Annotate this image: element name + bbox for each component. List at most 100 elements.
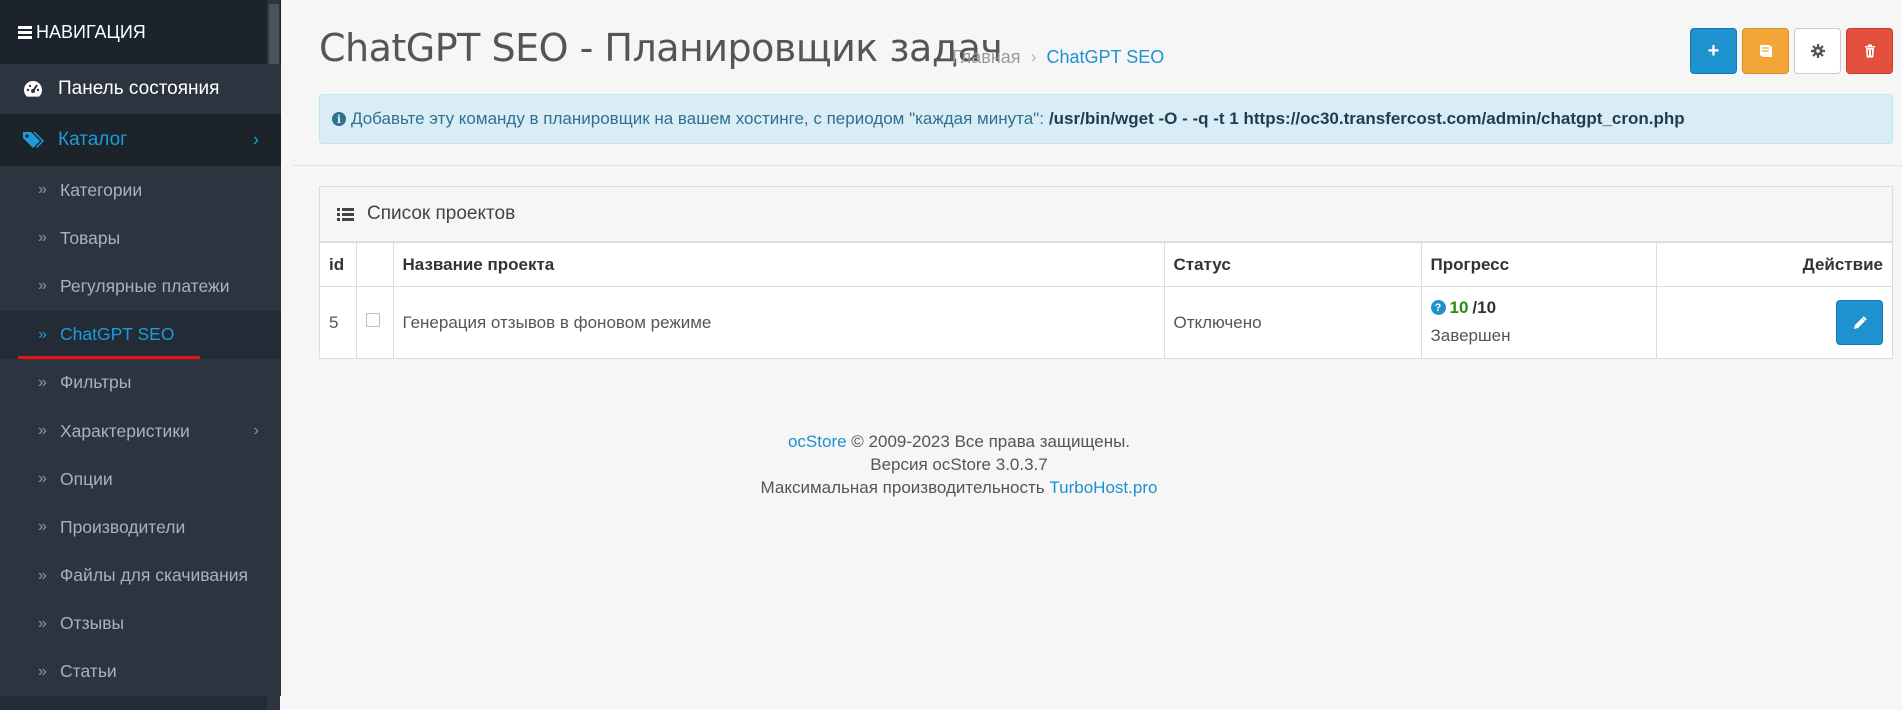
cell-action: [1655, 286, 1892, 359]
column-header-progress: Прогресс: [1420, 242, 1657, 287]
book-icon: [1759, 45, 1772, 57]
sidebar-subitem-attributes[interactable]: » Характеристики ›: [0, 406, 281, 456]
column-header-status[interactable]: Статус: [1163, 242, 1422, 287]
chevron-right-icon: ›: [253, 422, 259, 440]
panel-title: Список проектов: [367, 203, 516, 224]
footer-perf-line: Максимальная производительность TurboHos…: [293, 476, 1625, 499]
footer-perf-text: Максимальная производительность: [760, 478, 1045, 497]
footer-perf-link[interactable]: TurboHost.pro: [1049, 478, 1157, 497]
double-chevron-icon: »: [38, 566, 47, 584]
sidebar-subitem-label: Отзывы: [60, 613, 125, 634]
docs-button[interactable]: [1742, 28, 1789, 74]
list-icon: [337, 206, 354, 222]
sidebar-subitem-options[interactable]: » Опции: [0, 455, 281, 504]
settings-button[interactable]: [1794, 28, 1841, 74]
sidebar-subitem-label: Характеристики: [60, 420, 190, 441]
page-title: ChatGPT SEO - Планировщик задач: [319, 26, 1003, 70]
trash-icon: [1864, 44, 1875, 58]
sidebar-subitem-recurring[interactable]: » Регулярные платежи: [0, 262, 281, 311]
gear-icon: [1810, 44, 1825, 58]
breadcrumb-home[interactable]: Главная: [952, 47, 1021, 68]
nav-header-label: НАВИГАЦИЯ: [36, 21, 146, 42]
breadcrumb-current[interactable]: ChatGPT SEO: [1047, 47, 1165, 68]
sidebar-subitem-label: Фильтры: [60, 372, 132, 393]
double-chevron-icon: »: [38, 325, 47, 343]
sidebar-subitem-label: Статьи: [60, 661, 117, 682]
sidebar-subitem-label: Производители: [60, 516, 186, 537]
tags-icon: [22, 129, 44, 151]
column-header-name[interactable]: Название проекта: [392, 242, 1165, 287]
double-chevron-icon: »: [38, 662, 47, 680]
panel-heading: Список проектов: [320, 187, 1892, 242]
cron-info-alert: i Добавьте эту команду в планировщик на …: [319, 94, 1893, 144]
sidebar-subitem-filters[interactable]: » Фильтры: [0, 358, 281, 407]
sidebar-item-label: Каталог: [58, 129, 128, 150]
double-chevron-icon: »: [38, 422, 47, 440]
cell-select: [355, 286, 394, 359]
double-chevron-icon: »: [38, 181, 47, 199]
sidebar-subitem-label: Регулярные платежи: [60, 275, 230, 296]
sidebar-item-catalog[interactable]: Каталог ›: [0, 115, 281, 166]
column-header-select: [355, 242, 394, 287]
double-chevron-icon: »: [38, 614, 47, 632]
double-chevron-icon: »: [38, 229, 47, 247]
footer-version: Версия ocStore 3.0.3.7: [870, 455, 1048, 474]
add-button[interactable]: +: [1690, 28, 1737, 74]
sidebar-subitem-manufacturers[interactable]: » Производители: [0, 503, 281, 552]
pencil-icon: [1853, 315, 1867, 329]
double-chevron-icon: »: [38, 470, 47, 488]
sidebar-subitem-label: Опции: [60, 468, 113, 489]
dashboard-icon: [22, 78, 44, 100]
progress-total: /10: [1472, 297, 1497, 317]
sidebar-subitem-categories[interactable]: » Категории: [0, 166, 281, 215]
footer: ocStore © 2009-2023 Все права защищены. …: [293, 430, 1625, 499]
plus-icon: +: [1707, 39, 1720, 62]
cell-status: Отключено: [1163, 286, 1422, 359]
row-checkbox[interactable]: [365, 313, 380, 328]
sidebar-item-dashboard[interactable]: Панель состояния: [0, 64, 281, 115]
question-icon[interactable]: ?: [1430, 300, 1446, 315]
sidebar-subitem-downloads[interactable]: » Файлы для скачивания: [0, 551, 281, 600]
hamburger-icon: [18, 24, 32, 41]
cell-progress: ? 10 /10 Завершен: [1420, 286, 1657, 359]
breadcrumb-separator-icon: ›: [1030, 47, 1037, 67]
sidebar-subitem-articles[interactable]: » Статьи: [0, 647, 281, 697]
column-header-action: Действие: [1655, 242, 1892, 287]
edit-button[interactable]: [1836, 300, 1883, 345]
sidebar-subitem-label: Товары: [60, 227, 121, 248]
chevron-right-icon: ›: [253, 129, 259, 150]
nav-header[interactable]: НАВИГАЦИЯ: [0, 0, 281, 64]
sidebar-subitem-products[interactable]: » Товары: [0, 214, 281, 263]
footer-copyright: © 2009-2023 Все права защищены.: [851, 432, 1131, 451]
sidebar-subitem-label: Файлы для скачивания: [60, 565, 249, 586]
double-chevron-icon: »: [38, 518, 47, 536]
breadcrumb: Главная › ChatGPT SEO: [952, 47, 1164, 68]
sidebar-subitem-label: ChatGPT SEO: [60, 324, 175, 345]
progress-state: Завершен: [1430, 325, 1511, 345]
info-icon: i: [332, 112, 346, 126]
table-header-row: id Название проекта Статус Прогресс Дейс…: [320, 242, 1892, 287]
projects-table: id Название проекта Статус Прогресс Дейс…: [320, 242, 1892, 359]
sidebar-item-label: Панель состояния: [58, 78, 220, 99]
footer-brand-link[interactable]: ocStore: [788, 432, 847, 451]
cell-id: 5: [320, 286, 357, 359]
double-chevron-icon: »: [38, 277, 47, 295]
double-chevron-icon: »: [38, 373, 47, 391]
red-annotation-underline: [18, 356, 200, 359]
sidebar-subitem-reviews[interactable]: » Отзывы: [0, 599, 281, 648]
footer-copyright-line: ocStore © 2009-2023 Все права защищены.: [293, 430, 1625, 453]
column-header-id[interactable]: id: [320, 242, 357, 287]
sidebar: НАВИГАЦИЯ Панель состояния Каталог › » К…: [0, 0, 281, 710]
sidebar-subitem-chatgpt-seo[interactable]: » ChatGPT SEO: [0, 310, 281, 359]
progress-done: 10: [1449, 297, 1469, 317]
page-header: ChatGPT SEO - Планировщик задач Главная …: [293, 0, 1902, 166]
cell-name: Генерация отзывов в фоновом режиме: [392, 286, 1165, 359]
progress-line: ? 10 /10: [1430, 297, 1647, 318]
main-content: ChatGPT SEO - Планировщик задач Главная …: [293, 0, 1902, 710]
alert-text: Добавьте эту команду в планировщик на ва…: [351, 109, 1044, 128]
alert-command: /usr/bin/wget -O - -q -t 1 https://oc30.…: [1048, 109, 1685, 128]
table-row: 5 Генерация отзывов в фоновом режиме Отк…: [320, 286, 1892, 359]
delete-button[interactable]: [1846, 28, 1893, 74]
projects-panel: Список проектов id Название проекта Стат…: [319, 186, 1893, 359]
toolbar: +: [1690, 28, 1893, 74]
